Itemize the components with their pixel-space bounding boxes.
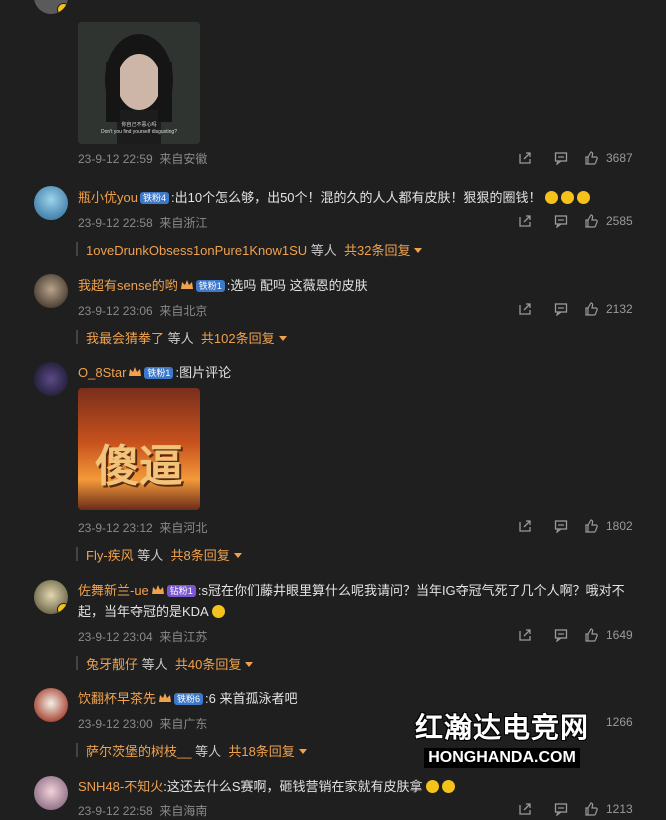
share-icon[interactable] bbox=[518, 628, 532, 642]
like-count: 1802 bbox=[606, 519, 633, 533]
like-icon[interactable] bbox=[584, 802, 598, 816]
like-count: 2132 bbox=[606, 302, 633, 316]
crown-icon bbox=[151, 585, 164, 594]
username[interactable]: 我超有sense的哟 bbox=[78, 278, 178, 293]
fan-badge: 铁粉1 bbox=[195, 280, 225, 292]
image-caption: 你自己不恶心吗 Don't you find yourself disgusti… bbox=[101, 122, 177, 135]
expand-arrow-icon bbox=[233, 553, 242, 558]
comment-meta: 23-9-12 22:58 来自海南 bbox=[78, 804, 208, 818]
like-count: 1213 bbox=[606, 802, 633, 816]
like-count: 1266 bbox=[606, 715, 633, 729]
avatar[interactable] bbox=[34, 580, 68, 614]
comment-meta: 23-9-12 23:04 来自江苏 bbox=[78, 630, 208, 644]
share-icon[interactable] bbox=[518, 151, 532, 165]
like-icon[interactable] bbox=[584, 628, 598, 642]
avatar[interactable] bbox=[34, 688, 68, 722]
share-icon[interactable] bbox=[518, 302, 532, 316]
comment-icon[interactable] bbox=[554, 628, 568, 642]
comment-image[interactable]: 你自己不恶心吗 Don't you find yourself disgusti… bbox=[78, 22, 200, 144]
comment-icon[interactable] bbox=[554, 151, 568, 165]
comment-text-continued: 起，当年夺冠的是KDA bbox=[78, 604, 209, 619]
fan-badge: 铁粉1 bbox=[144, 367, 174, 379]
crown-icon bbox=[129, 367, 142, 376]
vip-icon bbox=[57, 3, 68, 14]
watermark-cn: 红瀚达电竞网 bbox=[414, 712, 589, 743]
comment-text: 这还去什么S赛啊，砸钱营销在家就有皮肤拿 bbox=[166, 779, 423, 794]
comment-feed: 你自己不恶心吗 Don't you find yourself disgusti… bbox=[0, 0, 666, 820]
username[interactable]: O_8Star bbox=[78, 365, 126, 380]
comment-meta: 23-9-12 22:58 来自浙江 bbox=[78, 216, 208, 230]
comment-meta: 23-9-12 23:12 来自河北 bbox=[78, 521, 208, 535]
like-icon[interactable] bbox=[584, 214, 598, 228]
avatar[interactable] bbox=[34, 362, 68, 396]
expand-arrow-icon bbox=[278, 336, 287, 341]
share-icon[interactable] bbox=[518, 519, 532, 533]
image-text: 傻逼 bbox=[95, 442, 183, 491]
avatar[interactable] bbox=[34, 776, 68, 810]
comment-image[interactable]: 傻逼 bbox=[78, 388, 200, 510]
expand-arrow-icon bbox=[414, 248, 423, 253]
comment-text: 选吗 配吗 这薇恩的皮肤 bbox=[230, 278, 368, 293]
like-icon[interactable] bbox=[584, 519, 598, 533]
comment-meta: 23-9-12 23:06 来自北京 bbox=[78, 304, 208, 318]
username[interactable]: SNH48-不知火 bbox=[78, 779, 163, 794]
comment-meta: 23-9-12 22:59 来自安徽 bbox=[78, 152, 208, 166]
avatar[interactable] bbox=[34, 186, 68, 220]
expand-arrow-icon bbox=[245, 662, 254, 667]
expand-arrow-icon bbox=[298, 749, 307, 754]
like-icon[interactable] bbox=[584, 302, 598, 316]
cry-emoji-icon bbox=[560, 191, 574, 204]
fan-badge: 钻粉1 bbox=[166, 585, 196, 597]
vip-icon bbox=[57, 603, 68, 614]
comment-icon[interactable] bbox=[554, 519, 568, 533]
username[interactable]: 饮翻杯早茶先 bbox=[78, 691, 156, 706]
cry-emoji-icon bbox=[576, 191, 590, 204]
comment-text: 6 来首孤泳者吧 bbox=[208, 691, 298, 706]
like-count: 1649 bbox=[606, 628, 633, 642]
fan-badge: 铁粉4 bbox=[139, 192, 169, 204]
comment-icon[interactable] bbox=[554, 302, 568, 316]
comment-meta: 23-9-12 23:00 来自广东 bbox=[78, 717, 208, 731]
watermark: 红瀚达电竞网 HONGHANDA.COM bbox=[404, 706, 600, 770]
username[interactable]: 佐舞新兰-ue bbox=[78, 583, 149, 598]
crown-icon bbox=[159, 693, 172, 702]
share-icon[interactable] bbox=[518, 802, 532, 816]
cry-emoji-icon bbox=[544, 191, 558, 204]
laugh-emoji-icon bbox=[425, 780, 439, 793]
comment-text: 图片评论 bbox=[179, 365, 232, 380]
like-count: 2585 bbox=[606, 214, 633, 228]
smirk-emoji-icon bbox=[211, 605, 225, 618]
reply-summary[interactable]: 兔牙靓仔 等人 共40条回复 bbox=[75, 654, 254, 673]
reply-summary[interactable]: 萨尔茨堡的树枝__ 等人 共18条回复 bbox=[76, 741, 307, 760]
like-icon[interactable] bbox=[584, 151, 598, 165]
comment-text: s冠在你们藤井眼里算什么呢我请问？当年IG夺冠气死了几个人啊？哦对不 bbox=[201, 583, 625, 598]
comment-icon[interactable] bbox=[554, 802, 568, 816]
laugh-emoji-icon bbox=[441, 780, 455, 793]
comment-text: 出10个怎么够，出50个！混的久的人人都有皮肤！狠狠的圈钱！ bbox=[174, 190, 542, 205]
share-icon[interactable] bbox=[518, 214, 532, 228]
watermark-en: HONGHANDA.COM bbox=[424, 748, 580, 768]
reply-summary[interactable]: 我最会猜拳了 等人 共102条回复 bbox=[76, 328, 287, 347]
avatar[interactable] bbox=[34, 274, 68, 308]
like-count: 3687 bbox=[606, 151, 633, 165]
reply-summary[interactable]: Fly-疾风 等人 共8条回复 bbox=[76, 545, 242, 564]
username[interactable]: 瓶小优you bbox=[78, 190, 138, 205]
comment-icon[interactable] bbox=[554, 214, 568, 228]
avatar[interactable] bbox=[34, 0, 68, 14]
crown-icon bbox=[180, 280, 193, 289]
reply-summary[interactable]: 1oveDrunkObsess1onPure1Know1SU 等人 共32条回复 bbox=[75, 240, 423, 259]
fan-badge: 铁粉6 bbox=[174, 693, 204, 705]
